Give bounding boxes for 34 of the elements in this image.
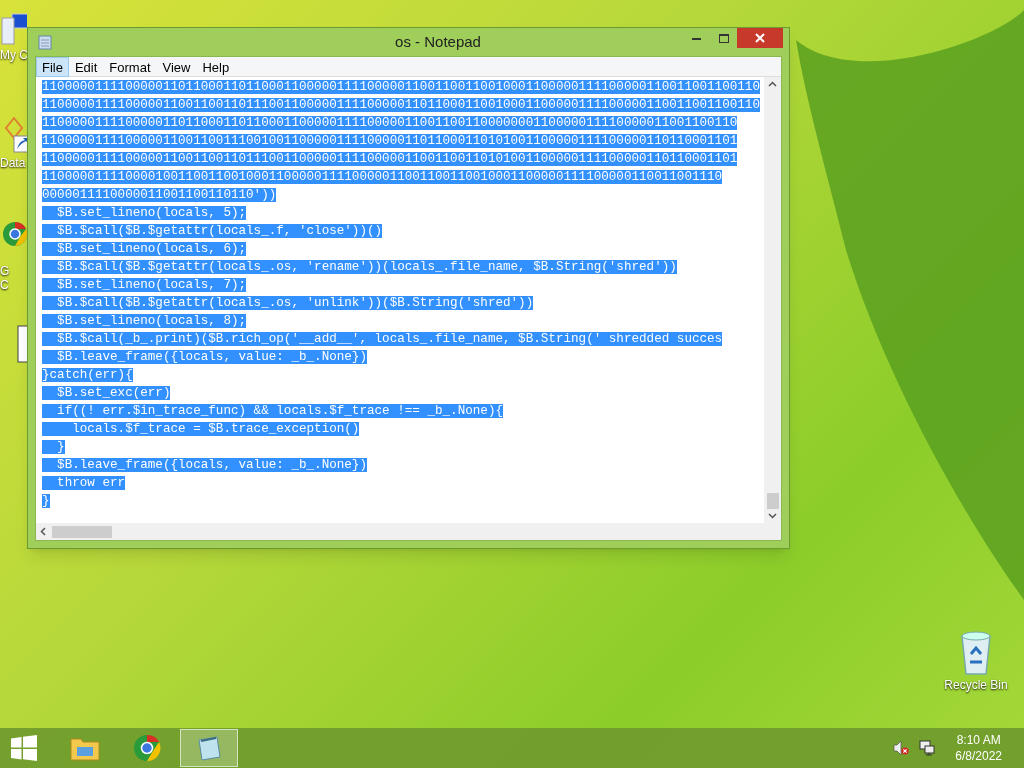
computer-icon[interactable] (0, 12, 27, 48)
close-icon (755, 33, 765, 43)
notepad-icon (196, 735, 222, 761)
desktop-icon-label: My C (0, 48, 27, 62)
close-button[interactable] (737, 28, 783, 48)
folder-icon (70, 735, 100, 761)
menu-item[interactable]: Help (196, 56, 236, 77)
recycle-bin-label: Recycle Bin (944, 677, 1008, 694)
windows-logo-icon (11, 735, 37, 761)
scroll-left-icon (40, 527, 46, 536)
taskbar-app-button[interactable] (180, 729, 238, 767)
desktop-icon-label: G (0, 264, 11, 278)
chrome-icon (133, 734, 161, 762)
scrollbar-thumb[interactable] (52, 525, 112, 538)
minimize-icon (692, 36, 701, 40)
notepad-icon (38, 34, 52, 50)
network-icon[interactable] (919, 740, 936, 756)
clock-date: 6/8/2022 (955, 748, 1002, 764)
menu-item[interactable]: Edit (68, 56, 104, 77)
desktop-icon-label: C (0, 278, 10, 292)
vertical-scrollbar[interactable] (764, 77, 781, 523)
desktop-icon-label: Data (0, 156, 27, 170)
recycle-bin-icon (958, 630, 994, 676)
scroll-down-icon (768, 513, 777, 519)
clock-time: 8:10 AM (956, 732, 1001, 748)
scroll-up-icon (768, 81, 777, 87)
horizontal-scrollbar[interactable] (36, 523, 781, 540)
menu-item[interactable]: View (156, 56, 197, 77)
scrollbar-thumb[interactable] (766, 493, 779, 509)
menu-item[interactable]: File (36, 56, 69, 77)
menu-item[interactable]: Format (103, 56, 157, 77)
window-title: os - Notepad (394, 31, 482, 52)
maximize-icon (718, 33, 729, 43)
speaker-icon[interactable] (893, 740, 910, 756)
